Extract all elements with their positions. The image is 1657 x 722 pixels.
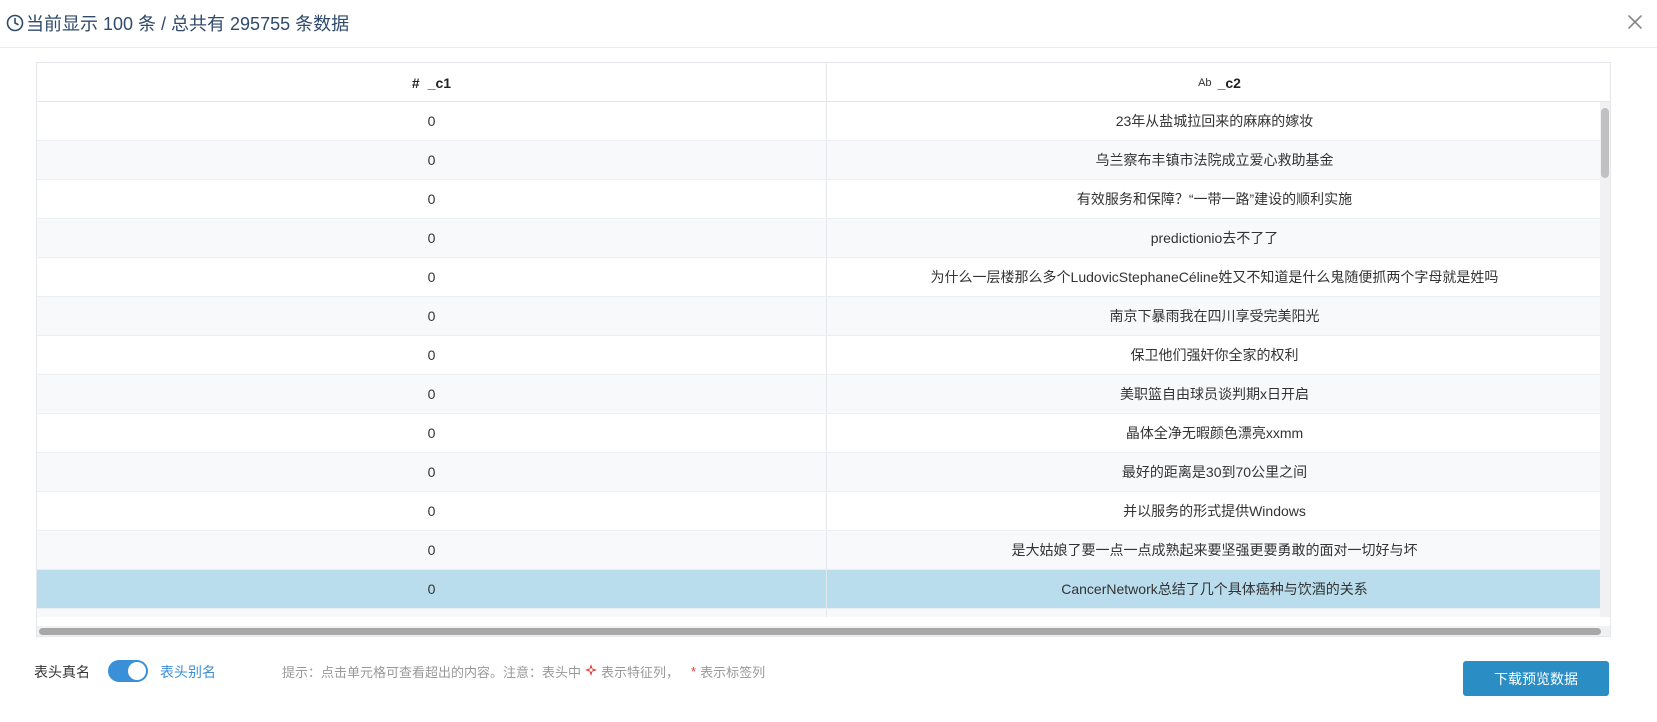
clock-icon [6, 14, 24, 32]
feature-column-icon [585, 664, 598, 679]
column-header-c2[interactable]: Ab _c2 [827, 63, 1610, 102]
column-header-c1[interactable]: # _c1 [37, 63, 827, 102]
dialog-footer: 表头真名 表头别名 提示：点击单元格可查看超出的内容。注意：表头中 表示特征列，… [0, 648, 1657, 708]
table-row[interactable]: 0 predictionio去不了了 [37, 219, 1602, 258]
cell-c1[interactable]: 0 [37, 375, 827, 413]
cell-c2[interactable]: predictionio去不了了 [827, 219, 1602, 257]
number-type-icon: # [411, 74, 420, 91]
dialog-header: 当前显示 100 条 / 总共有 295755 条数据 [0, 0, 1657, 48]
cell-c1[interactable]: 0 [37, 180, 827, 218]
table-body: 0 23年从盐城拉回来的麻麻的嫁妆 0 乌兰察布丰镇市法院成立爱心救助基金 0 有效服务和… [37, 102, 1602, 617]
table-row[interactable]: 0 是大姑娘了要一点一点成熟起来要坚强更要勇敢的面对一切好与坏 [37, 531, 1602, 570]
cell-c2[interactable]: 为什么一层楼那么多个LudovicStephaneCéline姓又不知道是什么鬼… [827, 258, 1602, 296]
preview-table: # _c1 Ab _c2 0 23年从盐城拉回来的麻麻的嫁妆 0 乌兰察布丰镇市法院成… [36, 62, 1611, 637]
cell-c1[interactable]: 0 [37, 453, 827, 491]
cell-c2[interactable]: 23年从盐城拉回来的麻麻的嫁妆 [827, 102, 1602, 140]
column-header-label: _c2 [1217, 74, 1241, 91]
table-row[interactable]: 0 有效服务和保障？“一带一路”建设的顺利实施 [37, 180, 1602, 219]
cell-c1[interactable]: 0 [37, 102, 827, 140]
cell-c2[interactable]: 最好的距离是30到70公里之间 [827, 453, 1602, 491]
cell-c1[interactable]: 0 [37, 414, 827, 452]
cell-c2[interactable]: 保卫他们强奸你全家的权利 [827, 336, 1602, 374]
cell-c1[interactable]: 0 [37, 609, 827, 617]
dialog-title-text: 当前显示 100 条 / 总共有 295755 条数据 [26, 14, 350, 34]
cell-c2[interactable]: CancerNetwork总结了几个具体癌种与饮酒的关系 [827, 570, 1602, 608]
header-name-toggle[interactable] [108, 660, 148, 682]
cell-c2[interactable]: 先百度一下人工剥离胎盘是啥呗……有些过程之恐怖 [827, 609, 1602, 617]
text-type-icon: Ab [1198, 76, 1212, 89]
table-row[interactable]: 0 最好的距离是30到70公里之间 [37, 453, 1602, 492]
cell-c2[interactable]: 并以服务的形式提供Windows [827, 492, 1602, 530]
table-row[interactable]: 0 23年从盐城拉回来的麻麻的嫁妆 [37, 102, 1602, 141]
hint-label-text: 表示标签列 [700, 665, 766, 680]
cell-c1[interactable]: 0 [37, 336, 827, 374]
header-alias-label: 表头别名 [160, 664, 216, 680]
cell-c2[interactable]: 美职篮自由球员谈判期x日开启 [827, 375, 1602, 413]
cell-c1[interactable]: 0 [37, 141, 827, 179]
table-row[interactable]: 0 南京下暴雨我在四川享受完美阳光 [37, 297, 1602, 336]
hint-text: 提示：点击单元格可查看超出的内容。注意：表头中 表示特征列， * 表示标签列 [282, 662, 765, 681]
table-row[interactable]: 0 乌兰察布丰镇市法院成立爱心救助基金 [37, 141, 1602, 180]
table-row[interactable]: 0 为什么一层楼那么多个LudovicStephaneCéline姓又不知道是什么… [37, 258, 1602, 297]
horizontal-scrollbar[interactable] [37, 626, 1610, 636]
table-row[interactable]: 0 保卫他们强奸你全家的权利 [37, 336, 1602, 375]
hint-prefix: 提示：点击单元格可查看超出的内容。注意：表头中 [282, 665, 582, 680]
table-row[interactable]: 0 CancerNetwork总结了几个具体癌种与饮酒的关系 [37, 570, 1602, 609]
table-row[interactable]: 0 并以服务的形式提供Windows [37, 492, 1602, 531]
cell-c1[interactable]: 0 [37, 219, 827, 257]
header-real-name-label: 表头真名 [34, 664, 90, 680]
cell-c1[interactable]: 0 [37, 492, 827, 530]
hint-feature-text: 表示特征列， [601, 665, 680, 680]
label-column-star-icon: * [691, 664, 697, 679]
table-header: # _c1 Ab _c2 [37, 63, 1610, 102]
download-preview-button[interactable]: 下载预览数据 [1463, 661, 1609, 696]
vertical-scrollbar-thumb[interactable] [1601, 108, 1609, 178]
cell-c1[interactable]: 0 [37, 570, 827, 608]
close-icon[interactable] [1625, 12, 1645, 32]
table-row[interactable]: 0 美职篮自由球员谈判期x日开启 [37, 375, 1602, 414]
toggle-knob [128, 662, 146, 680]
cell-c2[interactable]: 晶体全净无暇颜色漂亮xxmm [827, 414, 1602, 452]
cell-c2[interactable]: 南京下暴雨我在四川享受完美阳光 [827, 297, 1602, 335]
horizontal-scrollbar-thumb[interactable] [39, 628, 1601, 635]
dialog-title: 当前显示 100 条 / 总共有 295755 条数据 [6, 10, 349, 36]
cell-c2[interactable]: 有效服务和保障？“一带一路”建设的顺利实施 [827, 180, 1602, 218]
vertical-scrollbar[interactable] [1600, 102, 1610, 617]
cell-c1[interactable]: 0 [37, 258, 827, 296]
cell-c1[interactable]: 0 [37, 297, 827, 335]
cell-c1[interactable]: 0 [37, 531, 827, 569]
column-header-label: _c1 [427, 74, 452, 91]
table-row[interactable]: 0先百度一下人工剥离胎盘是啥呗……有些过程之恐怖 [37, 609, 1602, 617]
cell-c2[interactable]: 是大姑娘了要一点一点成熟起来要坚强更要勇敢的面对一切好与坏 [827, 531, 1602, 569]
table-row[interactable]: 0 晶体全净无暇颜色漂亮xxmm [37, 414, 1602, 453]
cell-c2[interactable]: 乌兰察布丰镇市法院成立爱心救助基金 [827, 141, 1602, 179]
